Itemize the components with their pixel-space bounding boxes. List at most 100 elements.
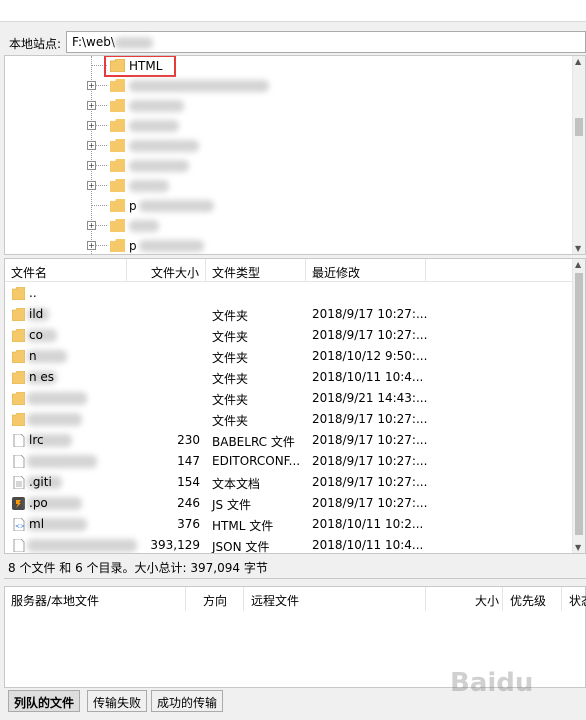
blurred-file-name [27,392,87,405]
tab-failed-transfers[interactable]: 传输失败 [87,690,148,712]
scroll-down-icon[interactable]: ▼ [575,543,581,552]
queue-column-state[interactable]: 状态 [569,592,586,609]
tab-successful-transfers[interactable]: 成功的传输 [151,690,224,712]
scrollbar-thumb[interactable] [575,273,583,535]
column-divider[interactable] [305,259,306,282]
file-row[interactable]: 文件夹 2018/9/17 10:27:... [5,409,575,430]
local-directory-tree[interactable]: HTML + + + + + + p + + p ▲ ▼ [4,55,586,255]
file-list-scrollbar[interactable]: ▲ ▼ [572,259,585,553]
scroll-down-icon[interactable]: ▼ [575,244,581,253]
blurred-file-name [27,539,137,552]
column-divider[interactable] [126,259,127,282]
file-name: .. [29,286,37,300]
local-file-list[interactable]: ^ 文件名 文件大小 文件类型 最近修改 .. ild 文件夹 2018/9/17 1… [4,258,586,554]
folder-icon [110,79,125,92]
file-row[interactable]: 147 EDITORCONF... 2018/9/17 10:27:... [5,451,575,472]
file-row[interactable]: 393,129 JSON 文件 2018/10/11 10:4... [5,535,575,553]
blurred-folder-name [129,100,184,112]
column-divider[interactable] [561,587,562,611]
file-row[interactable]: 文件夹 2018/9/21 14:43:... [5,388,575,409]
tree-item-label: p [129,239,137,253]
tree-connector [96,125,107,126]
folder-icon [11,412,26,427]
expand-icon[interactable]: + [87,241,96,250]
local-site-path-input[interactable]: F:\web\ [66,31,586,53]
column-modified[interactable]: 最近修改 [312,264,360,281]
column-divider[interactable] [185,587,186,611]
column-type[interactable]: 文件类型 [212,264,260,281]
expand-icon[interactable]: + [87,221,96,230]
queue-column-remote[interactable]: 远程文件 [251,592,299,609]
tree-item[interactable]: p [5,196,575,216]
tree-connector [91,205,107,206]
file-type: 文件夹 [212,309,249,323]
tree-item[interactable]: + [5,136,575,156]
file-modified: 2018/10/11 10:4... [312,538,424,552]
tree-item[interactable]: + [5,116,575,136]
file-type: HTML 文件 [212,519,274,533]
folder-icon [110,199,125,212]
toolbar-strip [0,0,586,22]
folder-icon [110,179,125,192]
file-row[interactable]: lrc 230 BABELRC 文件 2018/9/17 10:27:... [5,430,575,451]
file-icon [12,454,25,469]
scroll-up-icon[interactable]: ▲ [575,57,581,66]
tree-connector [96,225,107,226]
tree-item[interactable]: + [5,216,575,236]
column-divider[interactable] [425,259,426,282]
file-row[interactable]: <> ml 376 HTML 文件 2018/10/11 10:2... [5,514,575,535]
queue-column-priority[interactable]: 优先级 [510,592,546,609]
file-row[interactable]: ild 文件夹 2018/9/17 10:27:... [5,304,575,325]
scrollbar-thumb[interactable] [575,118,583,136]
file-name: n [29,349,37,363]
status-bar: 8 个文件 和 6 个目录。大小总计: 397,094 字节 [4,555,586,579]
file-row[interactable]: co 文件夹 2018/9/17 10:27:... [5,325,575,346]
file-name: .po [29,496,48,510]
queue-column-server-local[interactable]: 服务器/本地文件 [11,592,99,609]
tab-queued-files[interactable]: 列队的文件 [8,690,81,712]
tree-connector [96,165,107,166]
expand-icon[interactable]: + [87,161,96,170]
tree-item-html[interactable]: HTML [5,56,575,77]
file-modified: 2018/9/17 10:27:... [312,307,428,321]
column-divider[interactable] [243,587,244,611]
file-modified: 2018/9/17 10:27:... [312,412,428,426]
tree-item[interactable]: + [5,176,575,196]
file-name: n es [29,370,55,384]
tree-scrollbar[interactable]: ▲ ▼ [572,56,585,254]
file-row[interactable]: .po 246 JS 文件 2018/9/17 10:27:... [5,493,575,514]
file-size: 230 [177,433,200,447]
file-type: 文本文档 [212,477,261,491]
queue-column-size[interactable]: 大小 [475,592,499,609]
tree-item[interactable]: + p [5,236,575,254]
queue-column-direction[interactable]: 方向 [203,592,227,609]
expand-icon[interactable]: + [87,101,96,110]
expand-icon[interactable]: + [87,181,96,190]
file-type: JS 文件 [212,498,251,512]
tree-connector [96,105,107,106]
file-type: 文件夹 [212,414,249,428]
expand-icon[interactable]: + [87,121,96,130]
folder-icon [110,159,125,172]
column-divider[interactable] [205,259,206,282]
column-divider[interactable] [425,587,426,611]
tree-item[interactable]: + [5,76,575,96]
column-divider[interactable] [502,587,503,611]
local-site-path-text: F:\web\ [72,35,115,49]
tree-item[interactable]: + [5,96,575,116]
expand-icon[interactable]: + [87,141,96,150]
scroll-up-icon[interactable]: ▲ [575,260,581,269]
tree-item[interactable]: + [5,156,575,176]
file-row[interactable]: n es 文件夹 2018/10/11 10:4... [5,367,575,388]
column-name[interactable]: 文件名 [11,264,47,281]
blurred-folder-name [129,180,169,192]
column-size[interactable]: 文件大小 [151,264,199,281]
blurred-folder-name [129,220,159,232]
text-file-icon [12,475,25,490]
blurred-folder-name [139,240,204,252]
file-row[interactable]: .giti 154 文本文档 2018/9/17 10:27:... [5,472,575,493]
svg-text:<>: <> [15,523,25,530]
file-row[interactable]: n 文件夹 2018/10/12 9:50:... [5,346,575,367]
file-row[interactable]: .. [5,283,575,304]
expand-icon[interactable]: + [87,81,96,90]
